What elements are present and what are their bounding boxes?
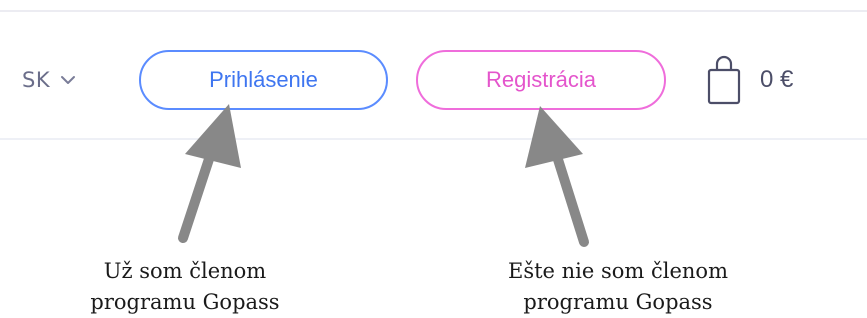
register-caption: Ešte nie som členom programu Gopass: [468, 256, 768, 318]
login-caption: Už som členom programu Gopass: [55, 256, 315, 318]
register-caption-line1: Ešte nie som členom: [508, 259, 728, 283]
arrow-to-login: [178, 104, 241, 243]
register-caption-line2: programu Gopass: [523, 290, 713, 314]
arrow-to-register: [525, 106, 589, 247]
login-caption-line2: programu Gopass: [90, 290, 280, 314]
login-caption-line1: Už som členom: [103, 259, 267, 283]
